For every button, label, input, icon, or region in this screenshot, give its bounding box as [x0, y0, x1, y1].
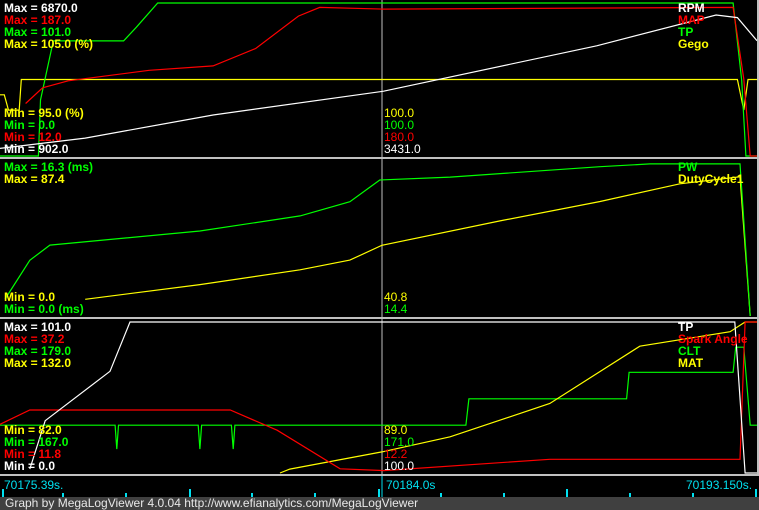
trace-dutycycle1: [85, 176, 751, 317]
trace-spark-angle: [0, 321, 757, 472]
panel-engine[interactable]: Max = 6870.0 Max = 187.0 Max = 101.0 Max = …: [0, 0, 759, 159]
panel-fuel[interactable]: Max = 16.3 (ms) Max = 87.4 Min = 0.0 Min = …: [0, 159, 759, 319]
plot-area[interactable]: [0, 0, 757, 159]
panel-temps[interactable]: Max = 101.0 Max = 37.2 Max = 179.0 Max = 13…: [0, 319, 759, 476]
trace-gego: [0, 78, 757, 111]
cursor-value: 14.4: [384, 302, 408, 316]
min-label-group: Min = 0.0 Min = 0.0 (ms): [4, 291, 84, 315]
max-label-group: Max = 6870.0 Max = 187.0 Max = 101.0 Max = …: [4, 2, 93, 50]
min-label-group: Min = 95.0 (%) Min = 0.0 Min = 12.0 Min = 9…: [4, 107, 84, 155]
max-label: Max = 132.0: [4, 356, 72, 370]
plot-area[interactable]: [0, 159, 757, 319]
time-tick: [2, 489, 4, 497]
cursor-value: 3431.0: [384, 142, 421, 156]
footer-credit: Graph by MegaLogViewer 4.0.04 http://www…: [0, 497, 759, 510]
time-ticks: [2, 476, 757, 497]
channel-name-group: PW DutyCycle1: [678, 161, 743, 185]
channel-name-group: RPM MAP TP Gego: [678, 2, 709, 50]
max-label-group: Max = 16.3 (ms) Max = 87.4: [4, 161, 93, 185]
trace-rpm: [0, 14, 757, 149]
channel-name: Gego: [678, 37, 709, 51]
time-axis[interactable]: 70175.39s. 70184.0s 70193.150s.: [0, 476, 759, 497]
max-label-group: Max = 101.0 Max = 37.2 Max = 179.0 Max = 13…: [4, 321, 71, 369]
time-tick: [755, 489, 757, 497]
min-label: Min = 0.0: [4, 459, 56, 473]
channel-name: MAT: [678, 356, 704, 370]
min-label-group: Min = 82.0 Min = 167.0 Min = 11.8 Min = 0.0: [4, 424, 68, 472]
channel-name: DutyCycle1: [678, 172, 744, 186]
max-label: Max = 105.0 (%): [4, 37, 94, 51]
min-label: Min = 902.0: [4, 142, 69, 156]
cursor-value-group: 100.0 100.0 180.0 3431.0: [384, 107, 421, 155]
cursor-value-group: 40.8 14.4: [384, 291, 407, 315]
max-label: Max = 87.4: [4, 172, 65, 186]
time-tick: [566, 489, 568, 497]
trace-pw: [4, 163, 751, 317]
cursor-value-group: 89.0 171.0 12.2 100.0: [384, 424, 414, 472]
channel-name-group: TP Spark Angle CLT MAT: [678, 321, 748, 369]
plot-area[interactable]: [0, 319, 757, 476]
cursor-value: 100.0: [384, 459, 415, 473]
min-label: Min = 0.0 (ms): [4, 302, 84, 316]
